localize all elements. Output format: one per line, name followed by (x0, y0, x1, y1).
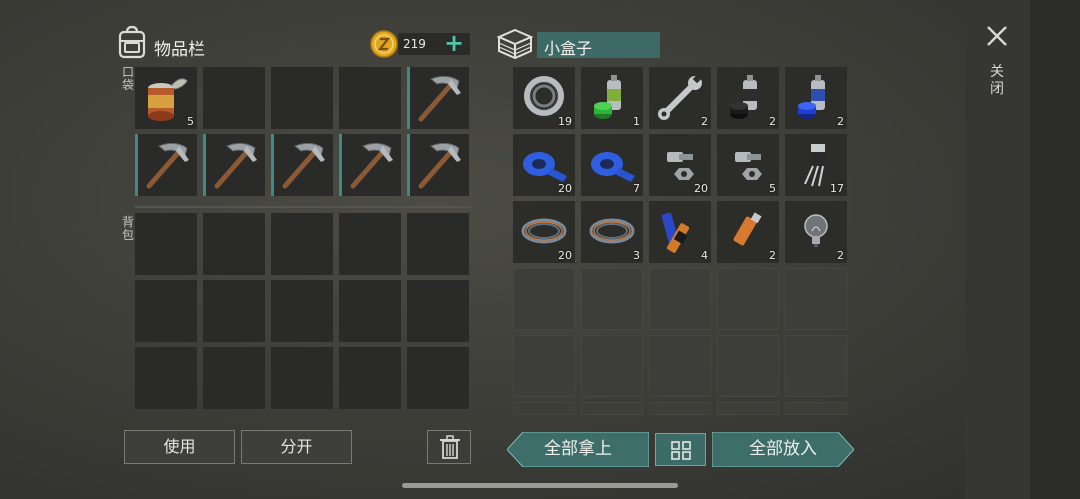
pocket-slot[interactable] (407, 67, 469, 129)
backpack-slot[interactable] (271, 280, 333, 342)
container-slot-empty[interactable] (649, 268, 711, 330)
container-slot-empty[interactable] (581, 268, 643, 330)
coin-icon (370, 30, 398, 58)
item-quantity: 4 (701, 249, 708, 262)
add-coins-button[interactable]: + (444, 30, 464, 56)
grid-icon (671, 441, 691, 460)
take-all-label: 全部拿上 (544, 439, 612, 459)
item-quantity: 7 (633, 182, 640, 195)
pocket-slot[interactable] (271, 67, 333, 129)
pocket-slot[interactable] (271, 134, 333, 196)
backpack-slot[interactable] (339, 280, 401, 342)
item-quantity: 20 (558, 249, 572, 262)
backpack-slot[interactable] (407, 347, 469, 409)
item-quantity: 3 (633, 249, 640, 262)
close-label[interactable]: 关闭 (989, 64, 1005, 98)
item-quantity: 2 (837, 249, 844, 262)
item-quantity: 1 (633, 115, 640, 128)
pocket-slot[interactable] (203, 67, 265, 129)
item-quantity: 5 (187, 115, 194, 128)
trash-button[interactable] (427, 430, 471, 464)
pocket-slot[interactable] (339, 67, 401, 129)
item-quantity: 2 (701, 115, 708, 128)
container-slot[interactable]: 4 (649, 201, 711, 263)
container-slot-empty[interactable] (785, 402, 847, 415)
use-button[interactable]: 使用 (124, 430, 235, 464)
item-quantity: 5 (769, 182, 776, 195)
container-slot-empty[interactable] (785, 335, 847, 397)
backpack-slot[interactable] (203, 347, 265, 409)
container-slot-empty[interactable] (785, 268, 847, 330)
take-all-button[interactable]: 全部拿上 (507, 432, 649, 467)
backpack-label: 背包 (121, 215, 134, 242)
container-slot[interactable]: 5 (717, 134, 779, 196)
item-quantity: 17 (830, 182, 844, 195)
inventory-title: 物品栏 (154, 40, 205, 60)
item-quantity: 2 (769, 115, 776, 128)
backpack-slot[interactable] (271, 347, 333, 409)
put-all-label: 全部放入 (749, 439, 817, 459)
container-slot-empty[interactable] (581, 335, 643, 397)
home-indicator (402, 483, 678, 488)
container-slot-empty[interactable] (513, 268, 575, 330)
close-icon[interactable] (985, 24, 1009, 48)
container-slot[interactable]: 3 (581, 201, 643, 263)
container-slot-empty[interactable] (649, 402, 711, 415)
container-slot[interactable]: 20 (649, 134, 711, 196)
put-all-button[interactable]: 全部放入 (712, 432, 854, 467)
backpack-slot[interactable] (203, 213, 265, 275)
item-quantity: 2 (837, 115, 844, 128)
coin-count: 219 (403, 37, 426, 51)
pocket-slot[interactable] (407, 134, 469, 196)
container-slot-empty[interactable] (649, 335, 711, 397)
container-slot[interactable]: 1 (581, 67, 643, 129)
container-slot-empty[interactable] (717, 402, 779, 415)
right-edge-bg (1030, 0, 1080, 499)
box-icon (497, 28, 533, 60)
item-quantity: 20 (694, 182, 708, 195)
item-quantity: 2 (769, 249, 776, 262)
backpack-icon (118, 25, 146, 59)
backpack-slot[interactable] (203, 280, 265, 342)
container-slot[interactable]: 2 (717, 67, 779, 129)
backpack-slot[interactable] (135, 347, 197, 409)
container-slot-empty[interactable] (513, 335, 575, 397)
split-button[interactable]: 分开 (241, 430, 352, 464)
pocket-slot[interactable] (339, 134, 401, 196)
backpack-slot[interactable] (135, 280, 197, 342)
pocket-slot[interactable] (135, 134, 197, 196)
container-slot-empty[interactable] (717, 335, 779, 397)
backpack-slot[interactable] (339, 213, 401, 275)
backpack-slot[interactable] (271, 213, 333, 275)
container-slot[interactable]: 2 (785, 67, 847, 129)
trash-icon (440, 435, 460, 459)
item-quantity: 19 (558, 115, 572, 128)
container-slot[interactable]: 2 (717, 201, 779, 263)
container-slot[interactable]: 20 (513, 134, 575, 196)
backpack-slot[interactable] (135, 213, 197, 275)
container-slot[interactable]: 17 (785, 134, 847, 196)
pocket-slot[interactable] (203, 134, 265, 196)
backpack-slot[interactable] (407, 213, 469, 275)
pocket-label: 口袋 (121, 65, 134, 92)
container-slot-empty[interactable] (513, 402, 575, 415)
backpack-slot[interactable] (339, 347, 401, 409)
item-quantity: 20 (558, 182, 572, 195)
container-slot[interactable]: 20 (513, 201, 575, 263)
container-slot[interactable]: 19 (513, 67, 575, 129)
pocket-slot[interactable]: 5 (135, 67, 197, 129)
container-slot-empty[interactable] (717, 268, 779, 330)
section-divider (135, 206, 471, 208)
backpack-slot[interactable] (407, 280, 469, 342)
sort-grid-button[interactable] (655, 433, 706, 466)
container-title: 小盒子 (537, 32, 660, 58)
container-slot[interactable]: 7 (581, 134, 643, 196)
container-slot[interactable]: 2 (785, 201, 847, 263)
container-slot[interactable]: 2 (649, 67, 711, 129)
container-slot-empty[interactable] (581, 402, 643, 415)
